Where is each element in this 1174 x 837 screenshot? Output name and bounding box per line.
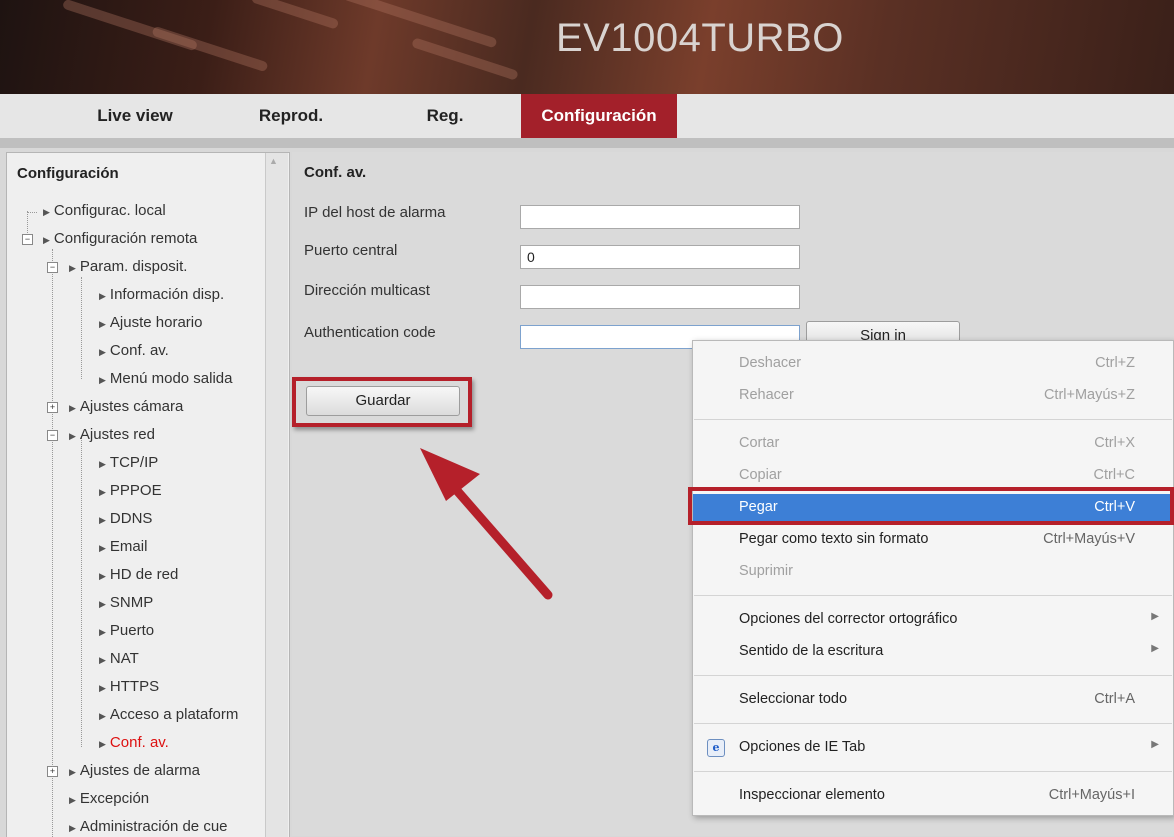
menu-item-label: Inspeccionar elemento bbox=[739, 787, 885, 803]
menu-item-label: Cortar bbox=[739, 435, 780, 451]
menu-separator bbox=[694, 723, 1172, 724]
arrow-shaft bbox=[441, 473, 553, 600]
menu-separator bbox=[694, 771, 1172, 772]
menu-item-inspeccionar[interactable]: Inspeccionar elemento Ctrl+Mayús+I bbox=[693, 782, 1173, 810]
menu-item-shortcut: Ctrl+Z bbox=[1095, 355, 1135, 371]
menu-item-label: Copiar bbox=[739, 467, 782, 483]
menu-item-corrector-ortografico[interactable]: Opciones del corrector ortográfico ▶ bbox=[693, 606, 1173, 634]
ie-tab-icon: e bbox=[707, 739, 725, 757]
menu-item-copiar[interactable]: Copiar Ctrl+C bbox=[693, 462, 1173, 490]
submenu-arrow-icon: ▶ bbox=[1151, 611, 1159, 622]
menu-item-label: Seleccionar todo bbox=[739, 691, 848, 707]
context-menu: Deshacer Ctrl+Z Rehacer Ctrl+Mayús+Z Corta… bbox=[692, 340, 1174, 816]
menu-item-label: Suprimir bbox=[739, 563, 793, 579]
menu-item-label: Pegar como texto sin formato bbox=[739, 531, 929, 547]
menu-item-ie-tab[interactable]: e Opciones de IE Tab ▶ bbox=[693, 734, 1173, 762]
submenu-arrow-icon: ▶ bbox=[1151, 643, 1159, 654]
menu-item-sentido-escritura[interactable]: Sentido de la escritura ▶ bbox=[693, 638, 1173, 666]
arrow-head bbox=[420, 448, 480, 501]
menu-item-shortcut: Ctrl+Mayús+Z bbox=[1043, 387, 1135, 403]
menu-item-label: Deshacer bbox=[739, 355, 802, 371]
menu-item-suprimir[interactable]: Suprimir bbox=[693, 558, 1173, 586]
menu-item-label: Opciones del corrector ortográfico bbox=[739, 611, 958, 627]
menu-separator bbox=[694, 595, 1172, 596]
menu-separator bbox=[694, 675, 1172, 676]
menu-item-deshacer[interactable]: Deshacer Ctrl+Z bbox=[693, 350, 1173, 378]
paste-highlight bbox=[688, 487, 1174, 525]
menu-item-shortcut: Ctrl+X bbox=[1094, 435, 1135, 451]
menu-item-seleccionar-todo[interactable]: Seleccionar todo Ctrl+A bbox=[693, 686, 1173, 714]
submenu-arrow-icon: ▶ bbox=[1151, 739, 1159, 750]
menu-item-shortcut: Ctrl+A bbox=[1094, 691, 1135, 707]
menu-item-shortcut: Ctrl+C bbox=[1093, 467, 1136, 483]
menu-item-shortcut: Ctrl+Mayús+V bbox=[1043, 531, 1135, 547]
menu-item-shortcut: Ctrl+Mayús+I bbox=[1048, 787, 1135, 803]
menu-item-pegar-sin-formato[interactable]: Pegar como texto sin formato Ctrl+Mayús+V bbox=[693, 526, 1173, 554]
menu-item-label: Sentido de la escritura bbox=[739, 643, 884, 659]
menu-item-cortar[interactable]: Cortar Ctrl+X bbox=[693, 430, 1173, 458]
menu-item-rehacer[interactable]: Rehacer Ctrl+Mayús+Z bbox=[693, 382, 1173, 410]
menu-separator bbox=[694, 419, 1172, 420]
menu-item-label: Opciones de IE Tab bbox=[739, 739, 866, 755]
menu-item-label: Rehacer bbox=[739, 387, 794, 403]
